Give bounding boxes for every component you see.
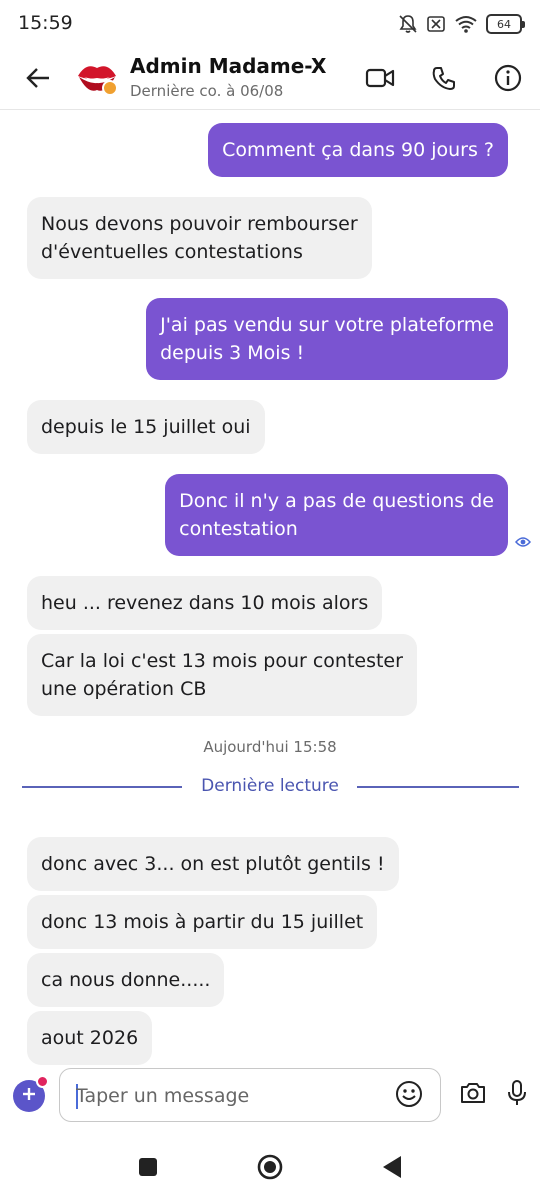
message-text: donc 13 mois à partir du 15 juillet <box>41 911 364 933</box>
circle-icon <box>256 1153 284 1185</box>
message-bubble-incoming[interactable]: heu ... revenez dans 10 mois alors <box>27 576 383 630</box>
message-composer <box>0 1066 540 1124</box>
phone-icon <box>431 65 457 95</box>
info-icon <box>494 64 522 96</box>
message-text: Comment ça dans 90 jours ? <box>222 139 494 161</box>
plus-icon <box>21 1086 37 1106</box>
message-bubble-incoming[interactable]: donc avec 3... on est plutôt gentils ! <box>27 837 399 891</box>
back-arrow-icon <box>24 64 52 96</box>
message-input[interactable] <box>76 1082 376 1110</box>
date-separator: Aujourd'hui 15:58 <box>203 738 337 756</box>
message-bubble-incoming[interactable]: donc 13 mois à partir du 15 juillet <box>27 895 378 949</box>
message-bubble-outgoing[interactable]: Donc il n'y a pas de questions de contes… <box>165 474 508 556</box>
message-text: Donc il n'y a pas de questions de contes… <box>179 490 494 540</box>
system-nav-bar <box>0 1140 540 1200</box>
status-time: 15:59 <box>18 12 73 34</box>
voice-message-button[interactable] <box>502 1078 532 1112</box>
camera-icon <box>459 1080 487 1110</box>
status-bar: 15:59 64 <box>0 0 540 48</box>
wifi-icon <box>454 14 478 34</box>
message-text: heu ... revenez dans 10 mois alors <box>41 592 369 614</box>
bell-off-icon <box>398 14 418 34</box>
contact-name[interactable]: Admin Madame-X <box>130 54 326 78</box>
message-text: Car la loi c'est 13 mois pour contester … <box>41 650 403 700</box>
microphone-icon <box>506 1079 528 1111</box>
message-bubble-incoming[interactable]: Nous devons pouvoir rembourser d'éventue… <box>27 197 372 279</box>
system-back-button[interactable] <box>377 1154 407 1184</box>
message-text: donc avec 3... on est plutôt gentils ! <box>41 853 385 875</box>
back-button[interactable] <box>18 60 58 100</box>
read-divider-label: Dernière lecture <box>201 776 339 796</box>
smiley-icon <box>395 1080 423 1112</box>
message-field[interactable] <box>59 1068 441 1122</box>
seen-eye-icon <box>515 533 531 547</box>
read-divider-line <box>22 786 182 788</box>
camera-button[interactable] <box>456 1078 490 1112</box>
no-sim-icon <box>426 14 446 34</box>
video-call-icon <box>365 67 395 93</box>
read-divider-line <box>357 786 519 788</box>
chat-header: Admin Madame-X Dernière co. à 06/08 <box>0 48 540 110</box>
message-bubble-outgoing[interactable]: Comment ça dans 90 jours ? <box>208 123 508 177</box>
notification-badge <box>36 1075 49 1088</box>
message-bubble-incoming[interactable]: Car la loi c'est 13 mois pour contester … <box>27 634 417 716</box>
home-button[interactable] <box>255 1154 285 1184</box>
triangle-icon <box>381 1155 403 1183</box>
message-text: J'ai pas vendu sur votre plateforme depu… <box>160 314 494 364</box>
message-bubble-incoming[interactable]: aout 2026 <box>27 1011 153 1065</box>
presence-badge <box>102 80 118 96</box>
info-button[interactable] <box>488 60 528 100</box>
message-bubble-incoming[interactable]: ca nous donne..... <box>27 953 225 1007</box>
battery-icon: 64 <box>486 14 525 34</box>
emoji-button[interactable] <box>392 1079 426 1113</box>
message-bubble-incoming[interactable]: depuis le 15 juillet oui <box>27 400 265 454</box>
message-text: Nous devons pouvoir rembourser d'éventue… <box>41 213 358 263</box>
message-text: ca nous donne..... <box>41 969 211 991</box>
message-bubble-outgoing[interactable]: J'ai pas vendu sur votre plateforme depu… <box>146 298 508 380</box>
recents-button[interactable] <box>133 1154 163 1184</box>
voice-call-button[interactable] <box>424 60 464 100</box>
video-call-button[interactable] <box>360 60 400 100</box>
contact-last-seen: Dernière co. à 06/08 <box>130 82 284 100</box>
status-icons: 64 <box>398 12 525 36</box>
message-text: aout 2026 <box>41 1027 139 1049</box>
square-icon <box>138 1157 158 1181</box>
message-text: depuis le 15 juillet oui <box>41 416 251 438</box>
